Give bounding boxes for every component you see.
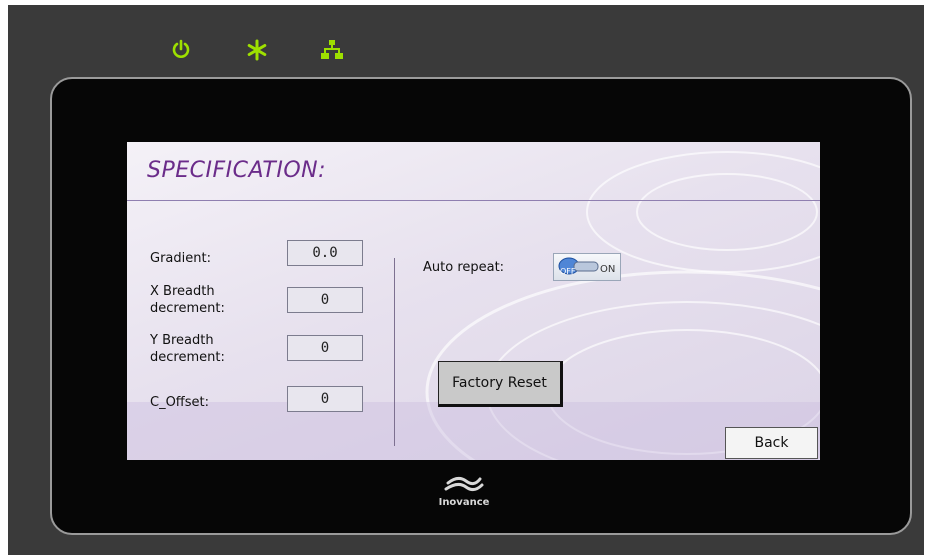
page-title: SPECIFICATION: bbox=[147, 158, 327, 183]
y-breadth-decrement-input[interactable]: 0 bbox=[287, 335, 363, 361]
run-asterisk-icon bbox=[247, 39, 267, 61]
toggle-off-text: OFF bbox=[560, 267, 576, 276]
toggle-on-text: ON bbox=[600, 264, 616, 275]
c-offset-input[interactable]: 0 bbox=[287, 386, 363, 412]
back-button[interactable]: Back bbox=[725, 427, 818, 459]
inovance-wave-icon bbox=[444, 476, 484, 492]
vertical-divider bbox=[394, 258, 395, 446]
logo-text: Inovance bbox=[438, 497, 490, 508]
x-breadth-decrement-label: X Breadth decrement: bbox=[150, 284, 225, 316]
inovance-logo: Inovance bbox=[434, 473, 494, 513]
title-separator-line bbox=[127, 200, 820, 201]
gradient-label: Gradient: bbox=[150, 251, 211, 266]
c-offset-label: C_Offset: bbox=[150, 395, 210, 410]
gradient-input[interactable]: 0.0 bbox=[287, 240, 363, 266]
x-breadth-decrement-input[interactable]: 0 bbox=[287, 287, 363, 313]
network-icon bbox=[321, 40, 343, 59]
factory-reset-button[interactable]: Factory Reset bbox=[438, 361, 563, 407]
auto-repeat-label: Auto repeat: bbox=[423, 260, 505, 275]
hmi-screen: SPECIFICATION: Gradient: 0.0 X Breadth d… bbox=[127, 142, 820, 460]
auto-repeat-toggle[interactable]: OFF ON bbox=[553, 253, 621, 281]
power-icon bbox=[172, 39, 190, 58]
y-breadth-decrement-label: Y Breadth decrement: bbox=[150, 333, 225, 365]
